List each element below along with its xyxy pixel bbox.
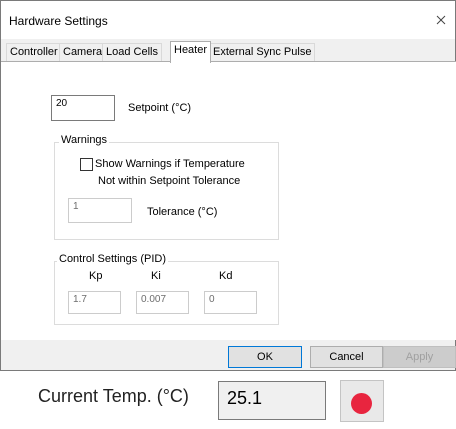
close-icon: [436, 15, 446, 25]
kp-input[interactable]: 1.7: [68, 291, 121, 314]
kp-label: Kp: [89, 270, 103, 282]
apply-button[interactable]: Apply: [383, 346, 456, 368]
kd-label: Kd: [219, 270, 233, 282]
show-warnings-checkbox[interactable]: [80, 158, 93, 171]
ki-label: Ki: [151, 270, 161, 282]
pid-group-title: Control Settings (PID): [57, 253, 168, 265]
tolerance-input[interactable]: 1: [68, 198, 132, 223]
heater-tab-page: 20 Setpoint (°C) Warnings Show Warnings …: [1, 61, 456, 340]
ok-button[interactable]: OK: [228, 346, 302, 368]
cancel-button[interactable]: Cancel: [310, 346, 383, 368]
show-warnings-label-line1: Show Warnings if Temperature: [95, 158, 245, 170]
hardware-settings-dialog: Hardware Settings Controller Camera Load…: [0, 0, 456, 371]
setpoint-input[interactable]: 20: [51, 95, 115, 121]
kd-input[interactable]: 0: [204, 291, 257, 314]
setpoint-label: Setpoint (°C): [128, 102, 192, 114]
title-bar: Hardware Settings: [1, 1, 455, 39]
tab-external-sync-pulse[interactable]: External Sync Pulse: [209, 43, 316, 61]
show-warnings-label-line2: Not within Setpoint Tolerance: [98, 175, 241, 187]
tab-controller[interactable]: Controller: [6, 43, 62, 61]
current-temp-value: 25.1: [218, 381, 326, 420]
tab-load-cells[interactable]: Load Cells: [102, 43, 162, 61]
record-icon: [351, 393, 372, 414]
record-button[interactable]: [340, 380, 384, 422]
close-button[interactable]: [431, 10, 451, 30]
tab-heater[interactable]: Heater: [170, 41, 212, 63]
current-temp-label: Current Temp. (°C): [38, 386, 189, 406]
warnings-groupbox: [54, 142, 279, 240]
warnings-group-title: Warnings: [59, 134, 110, 146]
dialog-title: Hardware Settings: [9, 14, 108, 28]
ki-input[interactable]: 0.007: [136, 291, 189, 314]
tolerance-label: Tolerance (°C): [147, 206, 218, 218]
tab-camera[interactable]: Camera: [59, 43, 107, 61]
